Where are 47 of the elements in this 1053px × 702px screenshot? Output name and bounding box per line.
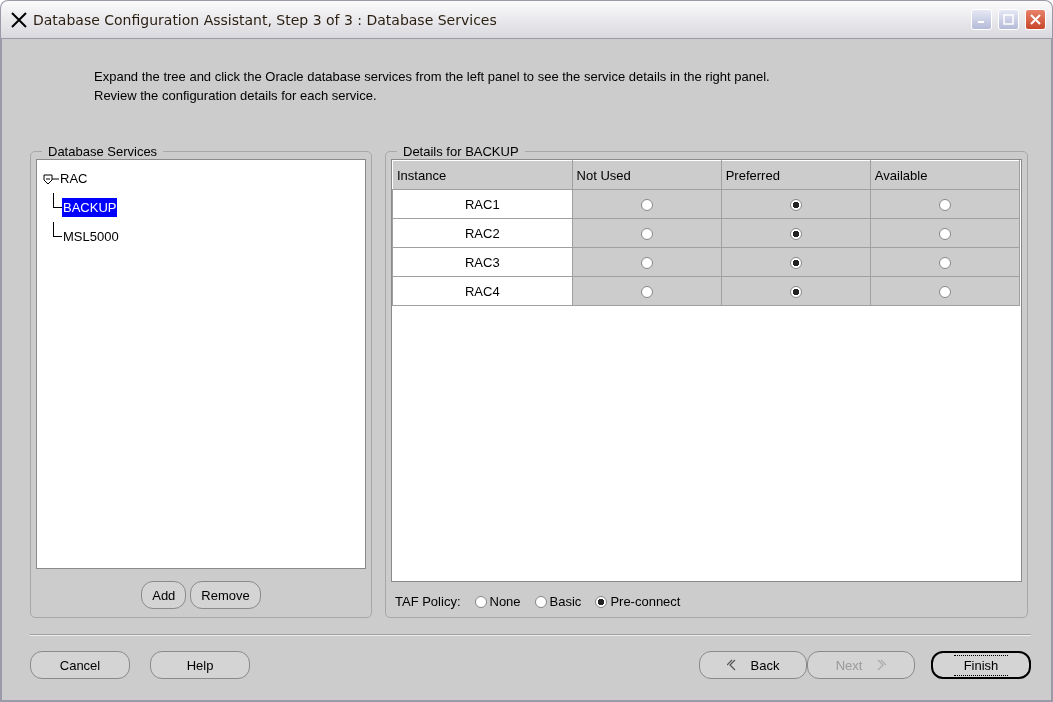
column-header: Instance [392,160,573,190]
back-button[interactable]: Back [699,651,807,679]
radio-button[interactable] [938,286,951,299]
radio-button[interactable] [640,286,653,299]
radio-option[interactable]: Basic [534,594,582,609]
tree-item[interactable]: RAC [59,169,89,188]
close-icon [1030,14,1041,25]
dialog-button[interactable]: Help [150,651,250,679]
tree-item[interactable]: MSL5000 [62,227,120,246]
close-button[interactable] [1025,9,1046,30]
table-cell: RAC4 [392,276,573,306]
maximize-icon [1003,14,1014,25]
group-title: Database Services [47,144,159,159]
column-header: Available [870,160,1020,190]
radio-button[interactable] [640,228,653,241]
dialog-button[interactable]: Cancel [30,651,130,679]
radio-button[interactable] [640,199,653,212]
panel-button[interactable]: Remove [190,581,261,609]
chevron-right-icon [876,659,887,671]
column-header: Preferred [721,160,871,190]
taf-policy-label: TAF Policy: [395,594,461,609]
instruction-text: Review the configuration details for each service. [94,87,378,105]
maximize-button[interactable] [998,9,1019,30]
table-cell: RAC1 [392,189,573,219]
table-cell: RAC3 [392,247,573,277]
x-logo-icon [11,11,27,28]
minimize-button[interactable] [971,9,992,30]
table-cell: RAC2 [392,218,573,248]
radio-button[interactable] [789,286,802,299]
radio-button[interactable] [938,199,951,212]
dialog-button[interactable]: Finish [931,651,1031,679]
tree-item[interactable]: BACKUP [62,198,118,217]
radio-button[interactable] [938,257,951,270]
radio-button[interactable] [938,228,951,241]
group-title: Details for BACKUP [402,144,520,159]
radio-option[interactable]: None [474,594,521,609]
column-header: Not Used [572,160,722,190]
chevron-left-icon [726,659,737,671]
collapse-icon[interactable] [43,172,59,185]
radio-button[interactable] [789,257,802,270]
radio-button[interactable] [789,199,802,212]
radio-button[interactable] [789,228,802,241]
radio-option[interactable]: Pre-connect [595,594,681,609]
radio-button[interactable] [640,257,653,270]
instruction-text: Expand the tree and click the Oracle database services from the left panel to see the service details in the right panel. [94,68,771,86]
panel-button[interactable]: Add [141,581,187,609]
window-title: Database Configuration Assistant, Step 3 of 3 : Database Services [33,11,498,28]
